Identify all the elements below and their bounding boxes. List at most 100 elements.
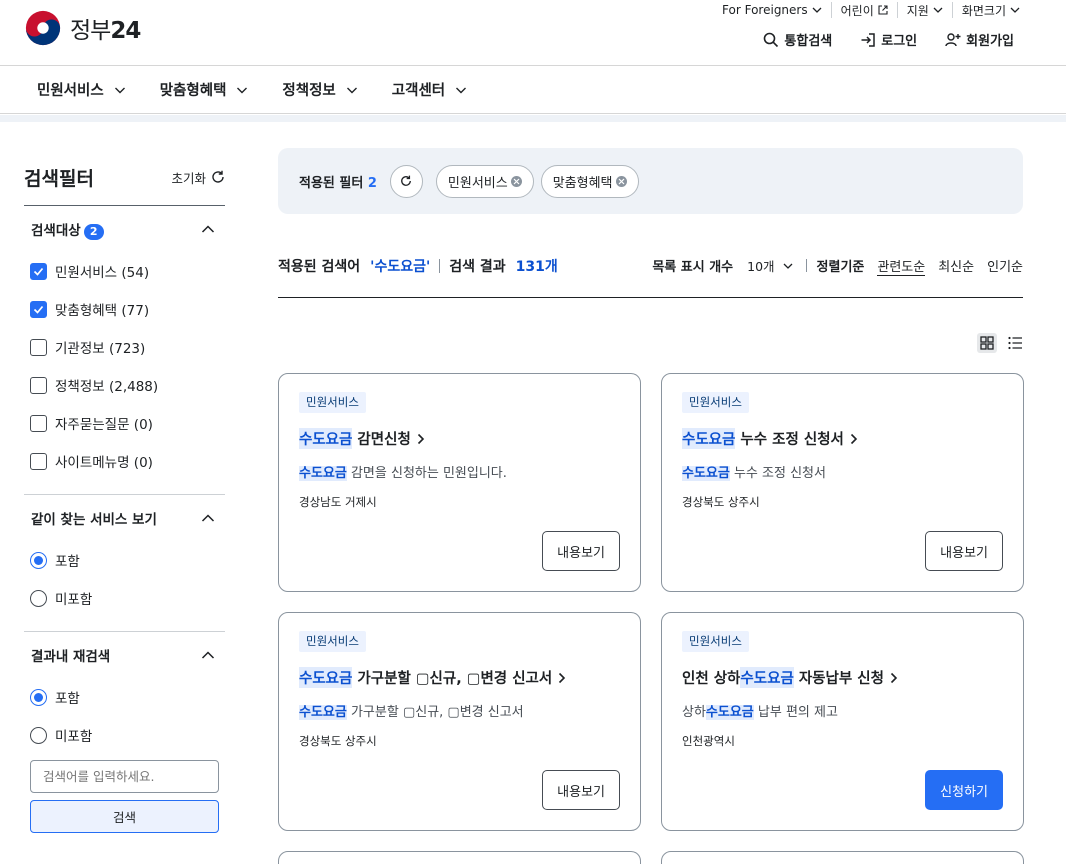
filter-together-header[interactable]: 같이 찾는 서비스 보기 [24, 495, 225, 541]
option-label: 미포함 [55, 729, 93, 745]
filter-target-option[interactable]: 민원서비스 (54) [24, 252, 225, 290]
option-label: 자주묻는질문 (0) [55, 417, 153, 433]
filter-reset-button[interactable]: 초기화 [171, 168, 225, 187]
check-icon [33, 305, 44, 314]
card-title-link[interactable]: 수도요금 감면신청 [299, 428, 425, 449]
filter-within-option[interactable]: 미포함 [24, 716, 225, 754]
user-add-icon [945, 32, 961, 46]
filter-together-option[interactable]: 미포함 [24, 579, 225, 617]
close-icon[interactable] [510, 175, 522, 187]
keyword-highlight: 수도요금 [299, 667, 353, 688]
nav-customer-center[interactable]: 고객센터 [392, 79, 467, 100]
filter-target-option[interactable]: 정책정보 (2,488) [24, 366, 225, 404]
radio-button[interactable] [30, 589, 47, 607]
filter-target-count-badge: 2 [83, 223, 104, 240]
keyword-label: 적용된 검색어 [278, 258, 361, 275]
filter-target-option[interactable]: 사이트메뉴명 (0) [24, 442, 225, 480]
card-description: 수도요금 가구분할 ▢신규, ▢변경 신고서 [299, 701, 524, 720]
integrated-search-button[interactable]: 통합검색 [763, 30, 832, 49]
filter-within-label: 결과내 재검색 [31, 649, 111, 665]
list-view-button[interactable] [1005, 333, 1025, 353]
filter-together-option[interactable]: 포함 [24, 541, 225, 579]
view-details-button[interactable]: 내용보기 [542, 770, 620, 810]
keyword-highlight: 수도요금 [740, 667, 794, 688]
util-foreigners-label: For Foreigners [722, 3, 808, 17]
filter-target-title: 검색대상 2 [31, 219, 104, 240]
util-support[interactable]: 지원 [896, 2, 952, 18]
checkbox[interactable] [30, 338, 47, 356]
option-label: 사이트메뉴명 (0) [55, 455, 153, 471]
grid-view-button[interactable] [977, 333, 997, 353]
keyword-highlight: 수도요금 [299, 466, 347, 481]
util-foreigners[interactable]: For Foreigners [713, 2, 831, 18]
research-input[interactable] [30, 760, 219, 793]
gov24-logo[interactable]: 정부24 [24, 8, 141, 48]
filter-chip-label: 민원서비스 [447, 175, 508, 191]
login-button[interactable]: 로그인 [860, 30, 917, 49]
card-organization: 인천광역시 [682, 734, 735, 748]
card-description: 상하수도요금 납부 편의 제고 [682, 701, 838, 720]
checkbox[interactable] [30, 300, 47, 318]
view-details-button[interactable]: 내용보기 [542, 531, 620, 571]
checkbox[interactable] [30, 414, 47, 432]
filter-within-option[interactable]: 포함 [24, 678, 225, 716]
applied-filter-reset-button[interactable] [389, 164, 423, 198]
integrated-search-label: 통합검색 [784, 34, 833, 49]
signup-button[interactable]: 회원가입 [945, 30, 1014, 49]
view-details-button[interactable]: 내용보기 [925, 531, 1003, 571]
radio-button[interactable] [30, 688, 47, 706]
global-nav: 민원서비스 맞춤형혜택 정책정보 고객센터 [0, 66, 1066, 114]
list-size-label: 목록 표시 개수 [652, 260, 734, 275]
checkbox[interactable] [30, 262, 47, 280]
chevron-up-icon [201, 514, 215, 522]
filter-reset-label: 초기화 [171, 170, 206, 186]
sort-popular[interactable]: 인기순 [987, 256, 1023, 275]
filter-target-header[interactable]: 검색대상 2 [24, 206, 225, 252]
research-button[interactable]: 검색 [30, 800, 219, 833]
card-title-link[interactable]: 인천 상하 수도요금 자동납부 신청 [682, 667, 898, 688]
util-screen-size[interactable]: 화면크기 [951, 2, 1020, 18]
filter-target-label: 검색대상 [31, 222, 81, 239]
taegeuk-icon [25, 10, 61, 46]
util-screen-size-label: 화면크기 [961, 3, 1006, 18]
card-description: 수도요금 감면을 신청하는 민원입니다. [299, 462, 507, 481]
nav-custom-benefits-label: 맞춤형혜택 [159, 83, 227, 99]
card-title-link[interactable]: 수도요금 누수 조정 신청서 [682, 428, 858, 449]
card-title-link[interactable]: 수도요금 가구분할 ▢신규, ▢변경 신고서 [299, 667, 566, 688]
filter-within-header[interactable]: 결과내 재검색 [24, 632, 225, 678]
chevron-right-icon [850, 433, 858, 445]
apply-button[interactable]: 신청하기 [925, 770, 1003, 810]
login-icon [861, 32, 876, 47]
nav-custom-benefits[interactable]: 맞춤형혜택 [160, 79, 249, 100]
radio-button[interactable] [30, 726, 47, 744]
external-link-icon [878, 5, 888, 15]
view-toggle [977, 333, 1025, 353]
refresh-icon [212, 170, 224, 183]
checkbox[interactable] [30, 376, 47, 394]
filter-chip-custom-benefits[interactable]: 맞춤형혜택 [540, 164, 639, 198]
list-controls: 목록 표시 개수 10개 정렬기준 관련도순 최신순 인기순 [652, 256, 1023, 276]
util-support-label: 지원 [906, 3, 929, 18]
check-icon [33, 267, 44, 276]
applied-filter-text: 적용된 필터 [299, 175, 364, 191]
filter-target-option[interactable]: 기관정보 (723) [24, 328, 225, 366]
keyword-highlight: 수도요금 [299, 705, 347, 720]
checkbox[interactable] [30, 452, 47, 470]
option-label: 미포함 [55, 592, 93, 608]
card-title-text: 감면신청 [352, 432, 411, 448]
card-title-text: 자동납부 신청 [793, 671, 884, 687]
filter-target-option[interactable]: 맞춤형혜택 (77) [24, 290, 225, 328]
list-size-select[interactable]: 10개 [747, 256, 792, 275]
result-card: 민원서비스 수도요금 누수 조정 신청서 수도요금 누수 조정 신청서 경상북도 상주… [661, 373, 1024, 592]
chevron-up-icon [201, 651, 215, 659]
sort-latest[interactable]: 최신순 [938, 256, 974, 275]
close-icon[interactable] [615, 175, 627, 187]
sort-relevance[interactable]: 관련도순 [877, 256, 926, 276]
radio-button[interactable] [30, 551, 47, 569]
nav-civil-service[interactable]: 민원서비스 [37, 79, 126, 100]
filter-target-option[interactable]: 자주묻는질문 (0) [24, 404, 225, 442]
util-kids[interactable]: 어린이 [830, 2, 897, 18]
nav-policy-info[interactable]: 정책정보 [282, 79, 357, 100]
sort-label: 정렬기준 [816, 260, 865, 275]
filter-chip-civil-service[interactable]: 민원서비스 [435, 164, 534, 198]
